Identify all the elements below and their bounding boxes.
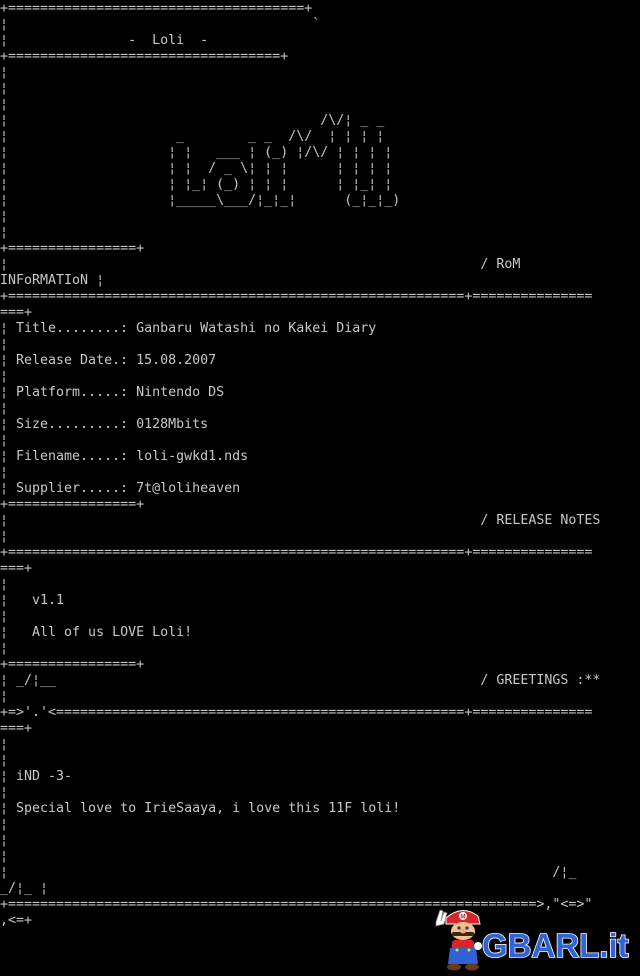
nfo-line: +================+ (0, 497, 145, 512)
nfo-line: ¦ / RoM (0, 257, 521, 272)
nfo-line: ¦ _ _ _ /\/ ¦ ¦ ¦ ¦ (0, 129, 385, 144)
nfo-line: ¦ Title........: Ganbaru Watashi no Kake… (0, 321, 377, 336)
gbarl-watermark: M GBARL.it (432, 904, 636, 972)
nfo-line: INFoRMATIoN ¦ (0, 273, 105, 288)
mario-peace-sign-icon: M (435, 909, 482, 971)
nfo-line: ¦ ¦ ¦ ___ ¦ (_) ¦/\/ ¦ ¦ ¦ ¦ (0, 145, 393, 160)
nfo-line: ¦ (0, 785, 9, 800)
nfo-line: ¦ Platform.....: Nintendo DS (0, 385, 225, 400)
nfo-line: ¦ /\/¦ _ _ (0, 113, 385, 128)
nfo-line: ¦ (0, 209, 9, 224)
nfo-line: ¦ Size.........: 0128Mbits (0, 417, 209, 432)
nfo-line: ¦ ` (0, 17, 321, 32)
svg-text:M: M (461, 915, 466, 921)
nfo-line: ¦ (0, 401, 9, 416)
nfo-line: ¦ (0, 737, 9, 752)
nfo-line: ¦ (0, 753, 9, 768)
nfo-line: +================+ (0, 657, 145, 672)
nfo-line: ¦ (0, 849, 9, 864)
nfo-line: ¦ (0, 641, 9, 656)
nfo-line: ¦ (0, 689, 9, 704)
nfo-line: ¦ v1.1 (0, 593, 65, 608)
nfo-line: ¦ / RELEASE NoTES (0, 513, 601, 528)
nfo-line: +================+ (0, 241, 145, 256)
nfo-line: ¦ (0, 529, 9, 544)
nfo-line: ¦ (0, 433, 9, 448)
nfo-line: ¦ - Loli - (0, 33, 209, 48)
nfo-line: _/¦_ ¦ (0, 881, 49, 896)
nfo-line: +=====================================+ (0, 1, 313, 16)
nfo-line: ¦ ¦ ¦ / _ \¦ ¦ ¦ ¦ ¦ ¦ ¦ (0, 161, 393, 176)
nfo-line: +=======================================… (0, 545, 593, 560)
nfo-line: ===+ (0, 305, 33, 320)
watermark-graphic: M GBARL.it (435, 909, 629, 971)
watermark-text: GBARL.it (482, 927, 629, 964)
nfo-line: ¦ (0, 369, 9, 384)
nfo-line: ¦ ¦ ¦_¦ (_) ¦ ¦ ¦ ¦ ¦_¦ ¦ (0, 177, 393, 192)
nfo-line: ¦ (0, 817, 9, 832)
nfo-line: ¦ _/¦__ / GREETINGS :** (0, 673, 601, 688)
nfo-line: ¦ Supplier.....: 7t@loliheaven (0, 481, 241, 496)
nfo-line: ¦ (0, 465, 9, 480)
nfo-line: ¦ Release Date.: 15.08.2007 (0, 353, 217, 368)
nfo-line: ¦ (0, 833, 9, 848)
nfo-line: ¦ ¦_____\___/¦_¦_¦ (_¦_¦_) (0, 193, 401, 208)
nfo-line: ¦ (0, 577, 9, 592)
nfo-line: ¦ Filename.....: loli-gwkd1.nds (0, 449, 249, 464)
nfo-line: ¦ All of us LOVE Loli! (0, 625, 193, 640)
nfo-line: ¦ iND -3- (0, 769, 73, 784)
nfo-line: +=>'.'<=================================… (0, 705, 593, 720)
terminal-screen: +=====================================+ ¦… (0, 0, 640, 976)
nfo-line: ,<=+ (0, 913, 33, 928)
nfo-line: ¦ Special love to IrieSaaya, i love this… (0, 801, 401, 816)
nfo-line: +==================================+ (0, 49, 289, 64)
nfo-line: ===+ (0, 721, 33, 736)
nfo-line: ¦ (0, 225, 9, 240)
nfo-line: ¦ (0, 65, 9, 80)
nfo-line: +=======================================… (0, 289, 593, 304)
nfo-line: ¦ (0, 337, 9, 352)
nfo-line: ¦ /¦_ (0, 865, 577, 880)
nfo-line: ¦ (0, 97, 9, 112)
nfo-line: ¦ (0, 81, 9, 96)
nfo-line: ¦ (0, 609, 9, 624)
nfo-line: ===+ (0, 561, 33, 576)
